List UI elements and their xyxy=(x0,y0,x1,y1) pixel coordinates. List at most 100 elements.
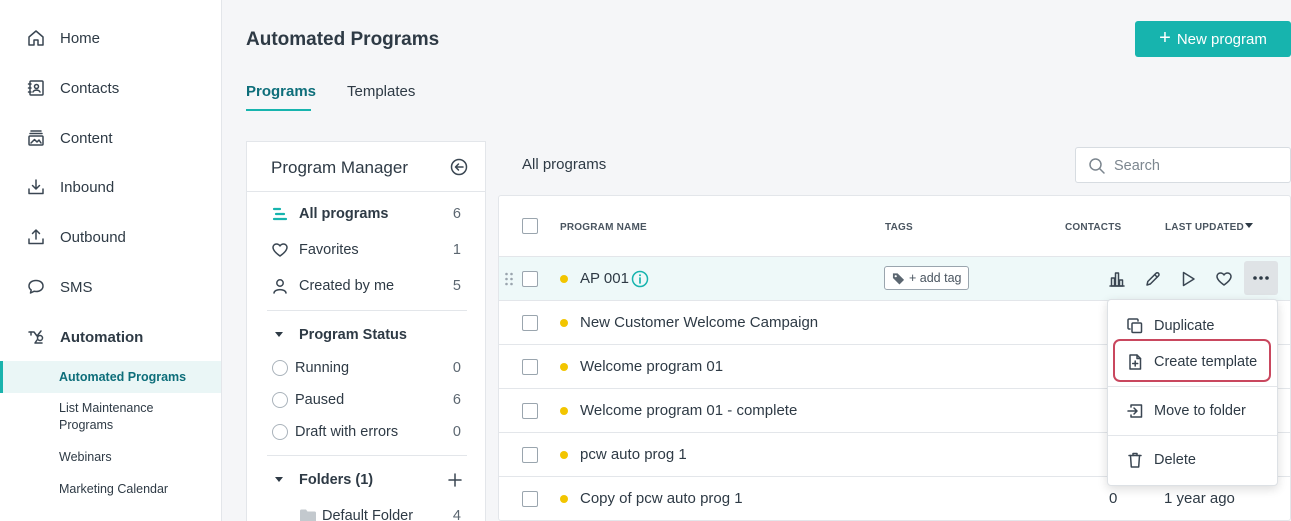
search-input[interactable] xyxy=(1114,156,1284,176)
status-count: 0 xyxy=(452,360,461,376)
stats-button[interactable] xyxy=(1105,267,1129,291)
program-name[interactable]: New Customer Welcome Campaign xyxy=(580,314,818,331)
program-status-section[interactable]: Program Status xyxy=(247,323,485,347)
divider xyxy=(247,191,485,192)
status-running[interactable]: Running 0 xyxy=(247,356,485,380)
program-name[interactable]: AP 001 xyxy=(580,270,629,287)
menu-item-move-to-folder[interactable]: Move to folder xyxy=(1108,393,1277,429)
menu-label: Move to folder xyxy=(1154,403,1246,419)
sms-icon xyxy=(28,279,44,294)
status-draft-with-errors[interactable]: Draft with errors 0 xyxy=(247,420,485,444)
menu-item-create-template[interactable]: Create template xyxy=(1108,344,1277,380)
add-tag-label: + add tag xyxy=(909,271,962,285)
all-programs-title: All programs xyxy=(522,156,607,173)
sort-desc-icon[interactable] xyxy=(1245,223,1253,229)
folders-section[interactable]: Folders (1) xyxy=(247,468,485,492)
search-box[interactable] xyxy=(1075,147,1291,183)
tab-programs[interactable]: Programs xyxy=(246,83,316,100)
row-checkbox[interactable] xyxy=(522,315,538,331)
subnav-webinars[interactable]: Webinars xyxy=(0,448,221,468)
bar-chart-icon xyxy=(1109,272,1125,287)
edit-button[interactable] xyxy=(1141,267,1165,291)
status-label: Draft with errors xyxy=(295,424,399,440)
info-icon[interactable] xyxy=(631,270,649,288)
row-checkbox[interactable] xyxy=(522,271,538,287)
nav-item-contacts[interactable]: Contacts xyxy=(0,68,221,108)
select-all-checkbox[interactable] xyxy=(522,218,538,234)
more-dots-icon xyxy=(1253,276,1269,280)
menu-item-delete[interactable]: Delete xyxy=(1108,442,1277,478)
row-checkbox[interactable] xyxy=(522,491,538,507)
filter-favorites[interactable]: Favorites 1 xyxy=(247,238,485,262)
duplicate-icon xyxy=(1127,318,1143,334)
nav-label: Content xyxy=(60,129,113,147)
plus-icon: + xyxy=(1159,27,1171,49)
run-button[interactable] xyxy=(1176,267,1200,291)
program-name[interactable]: Welcome program 01 xyxy=(580,358,723,375)
divider xyxy=(267,455,467,456)
nav-item-sms[interactable]: SMS xyxy=(0,267,221,307)
nav-label: Contacts xyxy=(60,79,120,97)
subnav-list-maintenance-programs[interactable]: List Maintenance Programs xyxy=(0,399,221,435)
add-tag-button[interactable]: + add tag xyxy=(884,266,969,290)
trash-icon xyxy=(1128,452,1142,468)
tab-templates[interactable]: Templates xyxy=(347,83,415,100)
drag-handle-icon[interactable] xyxy=(504,271,514,287)
nav-item-automation[interactable]: Automation xyxy=(0,317,221,357)
left-nav: Home Contacts Content Inbound Outbound S… xyxy=(0,0,222,521)
radio-button[interactable] xyxy=(272,392,288,408)
nav-label: Inbound xyxy=(60,178,115,196)
status-dot xyxy=(560,363,568,371)
nav-label: SMS xyxy=(60,278,93,296)
filter-all-programs[interactable]: All programs 6 xyxy=(247,202,485,226)
row-checkbox[interactable] xyxy=(522,447,538,463)
more-options-button[interactable] xyxy=(1244,261,1278,295)
filter-count: 5 xyxy=(452,278,461,294)
column-header-program-name[interactable]: PROGRAM NAME xyxy=(560,222,647,233)
list-icon xyxy=(272,207,288,221)
search-icon xyxy=(1089,158,1105,174)
subnav-automated-programs[interactable]: Automated Programs xyxy=(0,361,221,393)
column-header-last-updated[interactable]: LAST UPDATED xyxy=(1165,222,1244,233)
folder-default[interactable]: Default Folder 4 xyxy=(247,504,485,521)
section-title: Program Status xyxy=(299,327,407,343)
caret-down-icon xyxy=(275,332,283,337)
filter-count: 6 xyxy=(452,206,461,222)
filter-created-by-me[interactable]: Created by me 5 xyxy=(247,274,485,298)
divider xyxy=(1108,435,1277,436)
row-checkbox[interactable] xyxy=(522,403,538,419)
row-checkbox[interactable] xyxy=(522,359,538,375)
nav-item-content[interactable]: Content xyxy=(0,118,221,158)
add-folder-icon[interactable] xyxy=(447,472,463,488)
menu-label: Duplicate xyxy=(1154,318,1215,334)
nav-item-outbound[interactable]: Outbound xyxy=(0,217,221,257)
last-updated: 1 year ago xyxy=(1164,490,1235,507)
collapse-panel-icon[interactable] xyxy=(450,158,468,176)
program-name[interactable]: Copy of pcw auto prog 1 xyxy=(580,490,743,507)
more-options-menu: Duplicate Create template Move to folder… xyxy=(1107,299,1278,486)
program-name[interactable]: pcw auto prog 1 xyxy=(580,446,687,463)
contacts-count: 0 xyxy=(1109,490,1118,507)
user-icon xyxy=(273,279,287,294)
nav-item-home[interactable]: Home xyxy=(0,18,221,58)
nav-item-inbound[interactable]: Inbound xyxy=(0,167,221,207)
radio-button[interactable] xyxy=(272,424,288,440)
status-dot xyxy=(560,451,568,459)
pencil-icon xyxy=(1146,272,1160,286)
folder-icon xyxy=(300,509,316,521)
new-program-label: New program xyxy=(1176,30,1267,48)
program-name[interactable]: Welcome program 01 - complete xyxy=(580,402,797,419)
subnav-marketing-calendar[interactable]: Marketing Calendar xyxy=(0,480,221,500)
page-title: Automated Programs xyxy=(246,29,440,50)
menu-item-duplicate[interactable]: Duplicate xyxy=(1108,308,1277,344)
column-header-contacts[interactable]: CONTACTS xyxy=(1065,222,1121,233)
status-paused[interactable]: Paused 6 xyxy=(247,388,485,412)
heart-icon xyxy=(1216,272,1232,286)
new-program-button[interactable]: + New program xyxy=(1135,21,1291,57)
table-row[interactable]: AP 001 + add tag xyxy=(499,256,1290,300)
radio-button[interactable] xyxy=(272,360,288,376)
subnav-label: Automated Programs xyxy=(59,370,187,384)
favorite-button[interactable] xyxy=(1212,267,1236,291)
outbound-icon xyxy=(28,229,44,245)
status-label: Paused xyxy=(295,392,345,408)
